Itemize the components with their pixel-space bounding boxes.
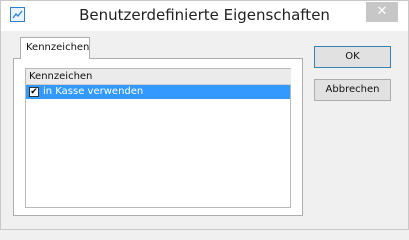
ok-button[interactable]: OK: [314, 46, 391, 68]
list-item[interactable]: ✔ in Kasse verwenden: [26, 85, 290, 99]
window-title: Benutzerdefinierte Eigenschaften: [79, 6, 330, 24]
close-button[interactable]: ✕: [366, 2, 398, 22]
item-checkbox[interactable]: ✔: [29, 87, 39, 97]
cancel-button[interactable]: Abbrechen: [314, 79, 391, 101]
dialog-window: Benutzerdefinierte Eigenschaften ✕ Kennz…: [0, 0, 409, 230]
list-item-label: in Kasse verwenden: [43, 86, 144, 97]
tab-kennzeichen[interactable]: Kennzeichen: [20, 37, 90, 59]
property-list[interactable]: Kennzeichen ✔ in Kasse verwenden: [25, 68, 291, 208]
list-column-header[interactable]: Kennzeichen: [26, 69, 291, 85]
title-bar[interactable]: Benutzerdefinierte Eigenschaften ✕: [1, 1, 408, 31]
